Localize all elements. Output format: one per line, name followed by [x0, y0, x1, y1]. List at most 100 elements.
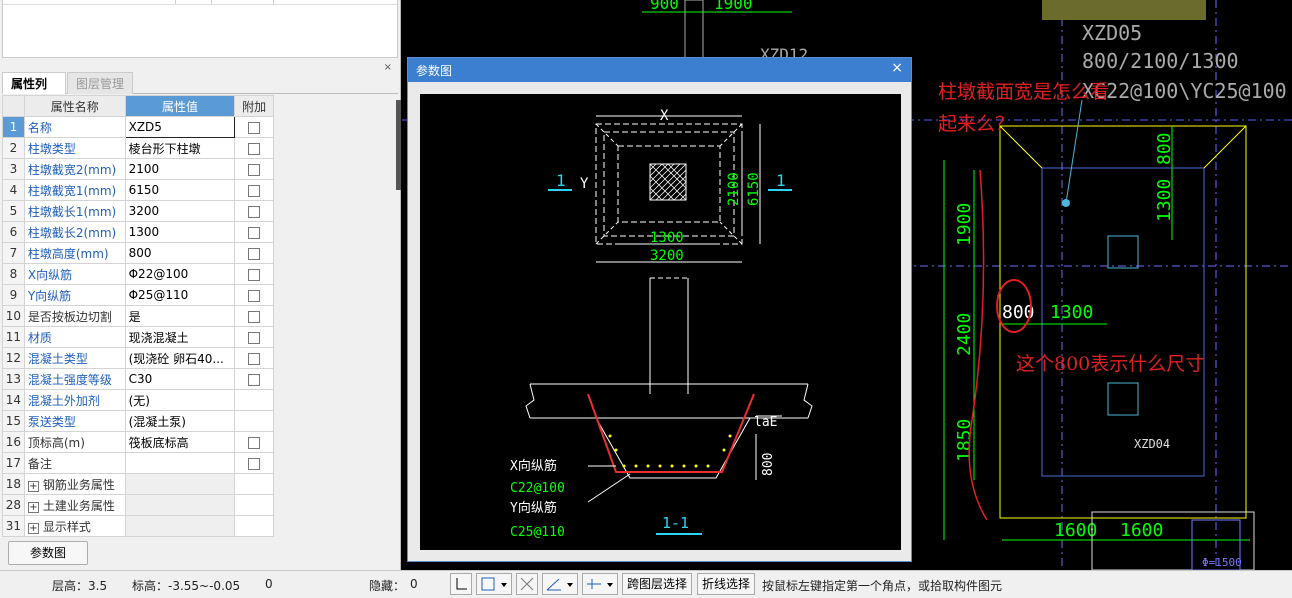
- property-value[interactable]: [124, 452, 236, 474]
- group-name: 显示样式: [42, 519, 91, 534]
- attach-checkbox[interactable]: [248, 247, 261, 260]
- dim-6150: 6150: [746, 172, 762, 206]
- column-box-1: [1107, 235, 1139, 269]
- property-name: 柱墩高度(mm): [23, 242, 126, 264]
- property-value[interactable]: (无): [124, 389, 236, 411]
- expand-icon[interactable]: +: [27, 522, 39, 534]
- attach-checkbox[interactable]: [248, 289, 261, 302]
- table-row[interactable]: 5 柱墩截长1(mm) 3200: [2, 200, 274, 222]
- property-value[interactable]: 1300: [124, 221, 236, 243]
- group-value: [124, 473, 236, 495]
- table-row[interactable]: 15 泵送类型 (混凝土泵): [2, 410, 274, 432]
- row-number: 2: [2, 137, 25, 159]
- corner-label: Φ=1500: [1202, 556, 1242, 569]
- panel-tabs: 属性列表 图层管理: [2, 72, 398, 113]
- status-hint: 按鼠标左键指定第一个角点，或拾取构件图元: [762, 579, 1003, 593]
- table-row[interactable]: 14 混凝土外加剂 (无): [2, 389, 274, 411]
- table-row[interactable]: 13 混凝土强度等级 C30: [2, 368, 274, 390]
- offset-tool[interactable]: [582, 573, 618, 595]
- property-value[interactable]: 棱台形下柱墩: [124, 137, 236, 159]
- table-row[interactable]: 16 顶标高(m) 筏板底标高: [2, 431, 274, 453]
- property-value[interactable]: 6150: [124, 179, 236, 201]
- table-row[interactable]: 12 混凝土类型 (现浇砼 卵石40...: [2, 347, 274, 369]
- table-row[interactable]: 4 柱墩截宽1(mm) 6150: [2, 179, 274, 201]
- tab-property-list[interactable]: 属性列表: [2, 72, 66, 113]
- lae-label: laE: [754, 415, 777, 430]
- parameter-diagram-button[interactable]: 参数图: [8, 541, 88, 565]
- row-number: 10: [2, 305, 25, 327]
- table-row[interactable]: 1 名称 XZD5: [2, 116, 274, 138]
- property-value[interactable]: 筏板底标高: [124, 431, 236, 453]
- row-number: 11: [2, 326, 25, 348]
- attach-checkbox[interactable]: [248, 352, 261, 365]
- table-row[interactable]: 10 是否按板边切割是: [2, 305, 274, 327]
- property-value[interactable]: 现浇混凝土: [124, 326, 236, 348]
- dim-3200: 3200: [650, 248, 684, 264]
- property-value[interactable]: Φ22@100: [124, 263, 236, 285]
- tab-layer-management[interactable]: 图层管理: [67, 72, 133, 94]
- group-name: 土建业务属性: [42, 498, 115, 513]
- attach-checkbox[interactable]: [248, 184, 261, 197]
- table-row-group[interactable]: 18 + 钢筋业务属性: [2, 473, 274, 495]
- property-name: 柱墩截长2(mm): [23, 221, 126, 243]
- table-row[interactable]: 11 材质 现浇混凝土: [2, 326, 274, 348]
- table-row[interactable]: 7 柱墩高度(mm) 800: [2, 242, 274, 264]
- attach-cell: [234, 305, 274, 327]
- group-name-cell: + 土建业务属性: [23, 494, 126, 516]
- property-value[interactable]: 3200: [124, 200, 236, 222]
- property-value[interactable]: 800: [124, 242, 236, 264]
- y-bar-label: Y向纵筋: [510, 500, 557, 516]
- attach-checkbox[interactable]: [248, 163, 261, 176]
- parameter-diagram-dialog: 参数图 × X Y 1 1 2100 6150 1300 3200 laE 80…: [407, 57, 912, 562]
- select-box-tool[interactable]: [476, 573, 512, 595]
- table-row[interactable]: 9 Y向纵筋 Φ25@110: [2, 284, 274, 306]
- panel-splitter[interactable]: [396, 100, 401, 190]
- attach-cell: [234, 326, 274, 348]
- attach-checkbox[interactable]: [248, 121, 261, 134]
- property-name: X向纵筋: [23, 263, 126, 285]
- table-row-group[interactable]: 28 + 土建业务属性: [2, 494, 274, 516]
- component-list[interactable]: [2, 0, 398, 58]
- attach-checkbox[interactable]: [248, 268, 261, 281]
- attach-checkbox[interactable]: [248, 331, 261, 344]
- ortho-toggle[interactable]: [450, 573, 472, 595]
- row-number: 3: [2, 158, 25, 180]
- break-line-right: [803, 383, 813, 419]
- property-value[interactable]: C30: [124, 368, 236, 390]
- table-row[interactable]: 3 柱墩截宽2(mm) 2100: [2, 158, 274, 180]
- polyline-select-button[interactable]: 折线选择: [697, 573, 756, 595]
- leader-y: [587, 473, 631, 503]
- section-title: 1-1: [662, 514, 689, 532]
- dim-1300-a: 1300: [1154, 179, 1175, 222]
- table-row[interactable]: 6 柱墩截长2(mm) 1300: [2, 221, 274, 243]
- table-row[interactable]: 17 备注: [2, 452, 274, 474]
- property-value[interactable]: (现浇砼 卵石40...: [124, 347, 236, 369]
- property-panel: × 属性列表 图层管理 属性名称 属性值 附加 1名称XZD5 2柱墩类型棱台形…: [0, 0, 401, 570]
- attach-checkbox[interactable]: [248, 436, 261, 449]
- expand-icon[interactable]: +: [27, 501, 39, 513]
- cross-select-tool[interactable]: [516, 573, 538, 595]
- attach-checkbox[interactable]: [248, 310, 261, 323]
- header-property-value: 属性值: [124, 95, 236, 117]
- attach-checkbox[interactable]: [248, 205, 261, 218]
- attach-checkbox[interactable]: [248, 226, 261, 239]
- header-blank: [2, 95, 25, 117]
- property-name: 柱墩截宽1(mm): [23, 179, 126, 201]
- property-value[interactable]: (混凝土泵): [124, 410, 236, 432]
- property-value-input[interactable]: XZD5: [124, 116, 236, 138]
- dialog-close-button[interactable]: ×: [891, 60, 903, 76]
- dialog-titlebar[interactable]: 参数图 ×: [408, 58, 911, 82]
- angle-snap-tool[interactable]: [542, 573, 578, 595]
- table-row[interactable]: 2 柱墩类型 棱台形下柱墩: [2, 137, 274, 159]
- table-row-group[interactable]: 31 + 显示样式: [2, 515, 274, 537]
- property-value[interactable]: Φ25@110: [124, 284, 236, 306]
- attach-checkbox[interactable]: [248, 457, 261, 470]
- cross-layer-select-button[interactable]: 跨图层选择: [622, 573, 693, 595]
- attach-checkbox[interactable]: [248, 142, 261, 155]
- property-name: 顶标高(m): [23, 431, 126, 453]
- property-value[interactable]: 2100: [124, 158, 236, 180]
- attach-checkbox[interactable]: [248, 373, 261, 386]
- property-value[interactable]: 是: [124, 305, 236, 327]
- expand-icon[interactable]: +: [27, 480, 39, 492]
- table-row[interactable]: 8 X向纵筋 Φ22@100: [2, 263, 274, 285]
